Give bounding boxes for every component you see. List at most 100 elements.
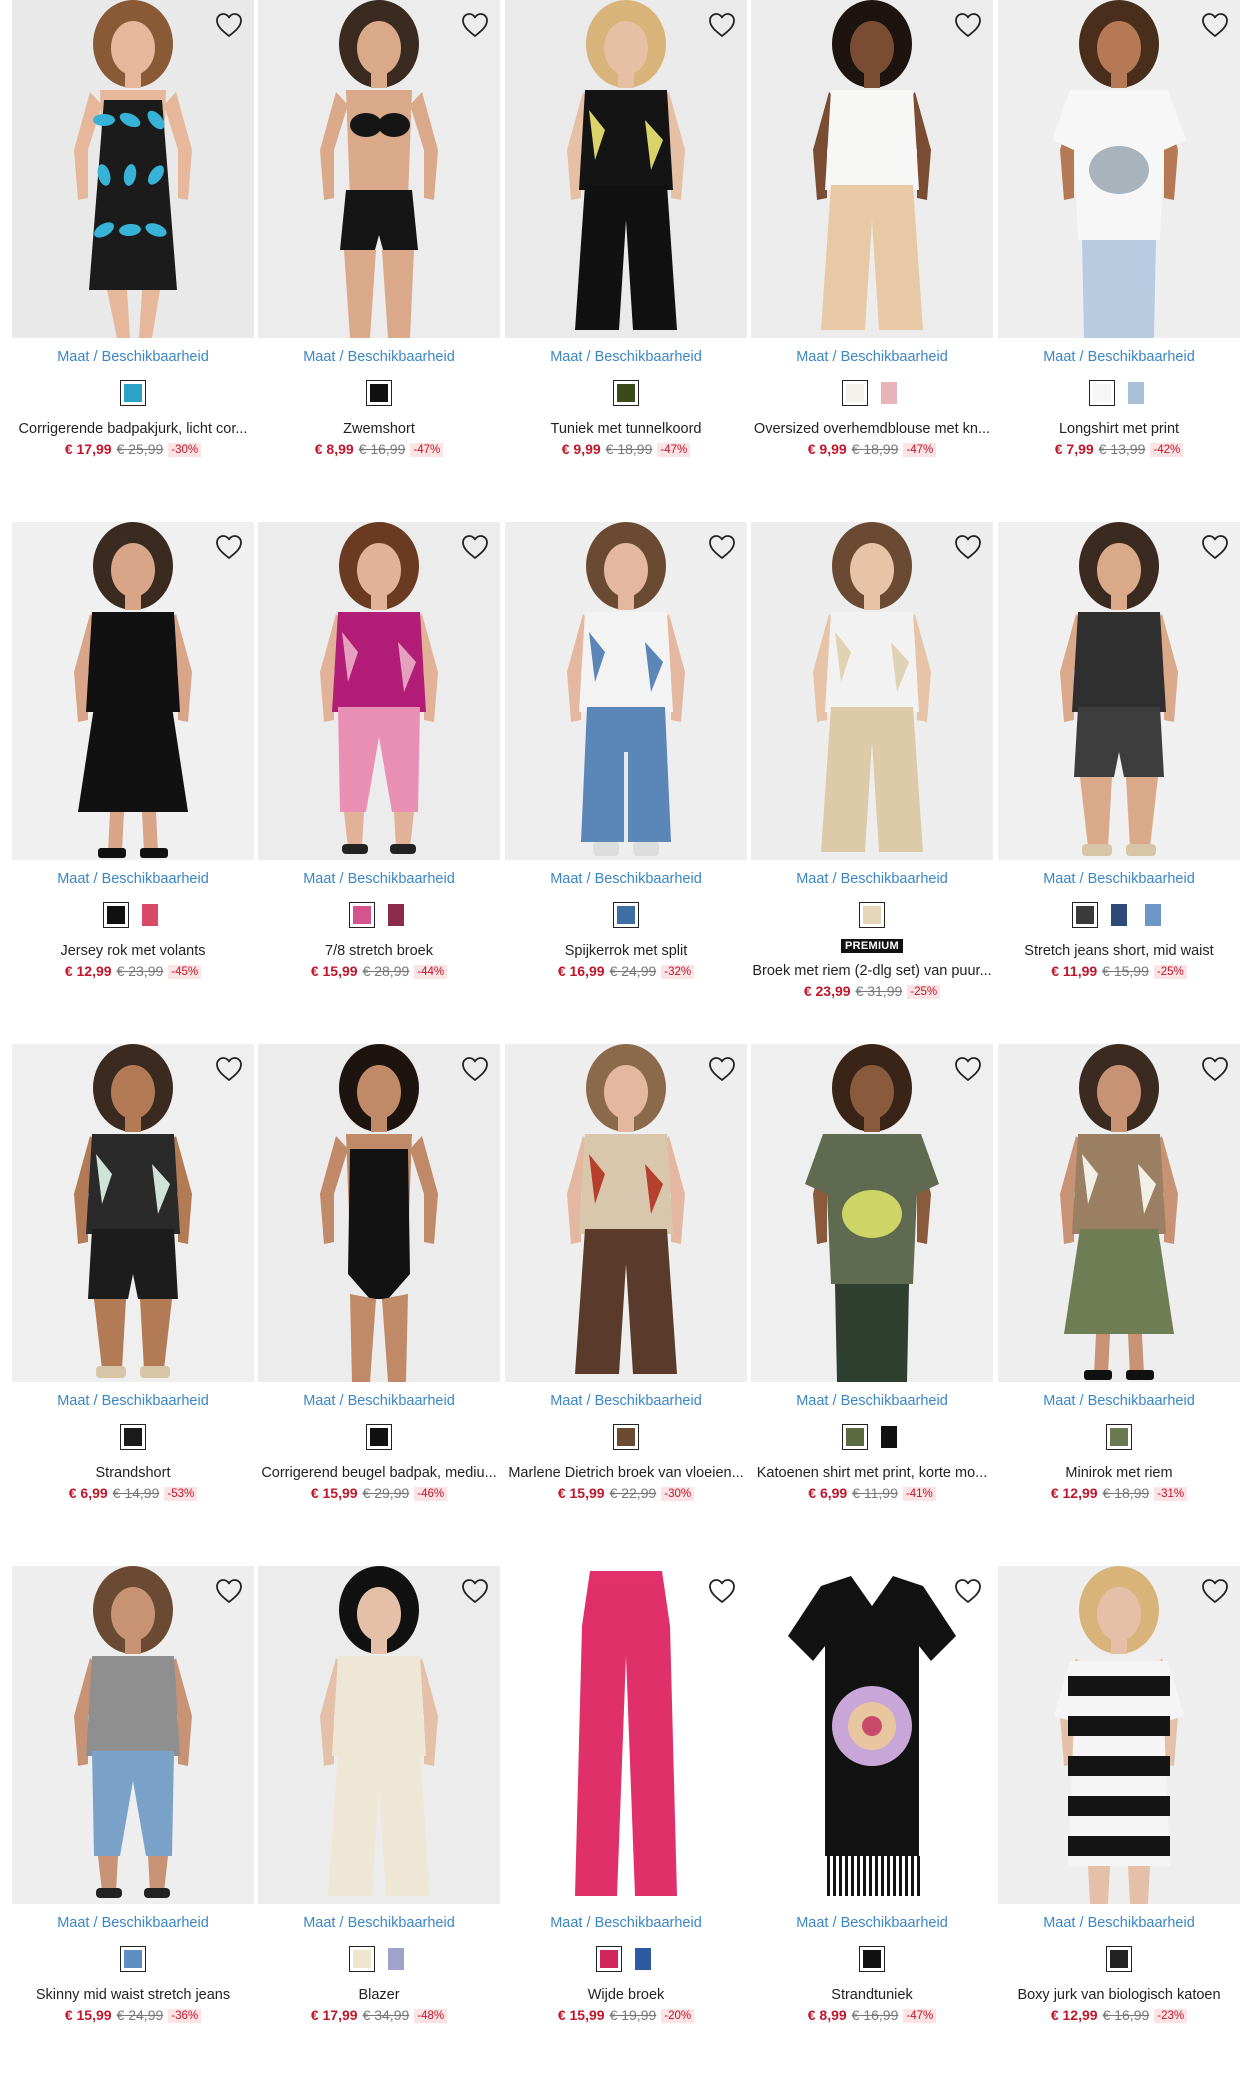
product-card[interactable]: Maat / Beschikbaarheid Katoenen shirt met… [751,1044,993,1566]
size-availability-link[interactable]: Maat / Beschikbaarheid [12,871,254,887]
color-swatch[interactable] [859,1946,885,1972]
color-swatch[interactable] [842,380,868,406]
product-image[interactable] [751,1044,993,1382]
product-card[interactable]: Maat / Beschikbaarheid Minirok met riem € … [998,1044,1240,1566]
size-availability-link[interactable]: Maat / Beschikbaarheid [998,1393,1240,1409]
favorite-heart-icon[interactable] [951,1574,985,1608]
color-swatch[interactable] [1106,902,1132,928]
size-availability-link[interactable]: Maat / Beschikbaarheid [998,871,1240,887]
size-availability-link[interactable]: Maat / Beschikbaarheid [12,1915,254,1931]
availability-label[interactable]: Beschikbaarheid [348,871,455,887]
product-image[interactable] [505,522,747,860]
size-availability-link[interactable]: Maat / Beschikbaarheid [998,349,1240,365]
size-availability-link[interactable]: Maat / Beschikbaarheid [258,1915,500,1931]
size-label[interactable]: Maat [1043,871,1075,887]
size-label[interactable]: Maat [303,871,335,887]
product-name[interactable]: Marlene Dietrich broek van vloeien... [502,1465,750,1481]
availability-label[interactable]: Beschikbaarheid [102,349,209,365]
favorite-heart-icon[interactable] [212,1574,246,1608]
product-image[interactable] [505,1044,747,1382]
favorite-heart-icon[interactable] [951,530,985,564]
color-swatch[interactable] [366,1424,392,1450]
color-swatch[interactable] [366,380,392,406]
favorite-heart-icon[interactable] [951,8,985,42]
availability-label[interactable]: Beschikbaarheid [841,1393,948,1409]
availability-label[interactable]: Beschikbaarheid [595,871,702,887]
product-card[interactable]: Maat / Beschikbaarheid Strandshort € 6,99 €… [12,1044,254,1566]
favorite-heart-icon[interactable] [705,1574,739,1608]
color-swatch[interactable] [349,902,375,928]
size-availability-link[interactable]: Maat / Beschikbaarheid [12,349,254,365]
product-image[interactable] [505,1566,747,1904]
product-image[interactable] [751,0,993,338]
product-name[interactable]: Strandtuniek [748,1987,996,2003]
product-name[interactable]: 7/8 stretch broek [255,943,503,959]
color-swatch[interactable] [876,1424,902,1450]
size-label[interactable]: Maat [1043,349,1075,365]
product-name[interactable]: Minirok met riem [995,1465,1243,1481]
size-availability-link[interactable]: Maat / Beschikbaarheid [258,349,500,365]
color-swatch[interactable] [859,902,885,928]
product-name[interactable]: Skinny mid waist stretch jeans [9,1987,257,2003]
size-availability-link[interactable]: Maat / Beschikbaarheid [505,871,747,887]
favorite-heart-icon[interactable] [212,1052,246,1086]
availability-label[interactable]: Beschikbaarheid [595,349,702,365]
product-card[interactable]: Maat / Beschikbaarheid Tuniek met tunnelk… [505,0,747,522]
size-label[interactable]: Maat [303,349,335,365]
favorite-heart-icon[interactable] [1198,8,1232,42]
color-swatch[interactable] [1140,902,1166,928]
favorite-heart-icon[interactable] [458,1052,492,1086]
size-availability-link[interactable]: Maat / Beschikbaarheid [258,1393,500,1409]
product-image[interactable] [258,522,500,860]
product-name[interactable]: Katoenen shirt met print, korte mo... [748,1465,996,1481]
color-swatch[interactable] [630,1946,656,1972]
size-label[interactable]: Maat [796,349,828,365]
favorite-heart-icon[interactable] [1198,1052,1232,1086]
product-image[interactable] [12,1044,254,1382]
favorite-heart-icon[interactable] [705,8,739,42]
color-swatch[interactable] [613,902,639,928]
favorite-heart-icon[interactable] [951,1052,985,1086]
availability-label[interactable]: Beschikbaarheid [1088,1915,1195,1931]
availability-label[interactable]: Beschikbaarheid [348,1915,455,1931]
product-name[interactable]: Tuniek met tunnelkoord [502,421,750,437]
size-label[interactable]: Maat [303,1915,335,1931]
product-image[interactable] [505,0,747,338]
size-label[interactable]: Maat [57,1393,89,1409]
product-image[interactable] [998,1566,1240,1904]
product-name[interactable]: Blazer [255,1987,503,2003]
availability-label[interactable]: Beschikbaarheid [1088,871,1195,887]
color-swatch[interactable] [137,902,163,928]
product-card[interactable]: Maat / Beschikbaarheid Spijkerrok met spl… [505,522,747,1044]
size-availability-link[interactable]: Maat / Beschikbaarheid [505,349,747,365]
product-name[interactable]: Wijde broek [502,1987,750,2003]
favorite-heart-icon[interactable] [458,8,492,42]
product-name[interactable]: Broek met riem (2-dlg set) van puur... [748,963,996,979]
size-label[interactable]: Maat [57,871,89,887]
color-swatch[interactable] [1072,902,1098,928]
product-card[interactable]: Maat / Beschikbaarheid Wijde broek € 15,99… [505,1566,747,2088]
color-swatch[interactable] [1089,380,1115,406]
color-swatch[interactable] [1123,380,1149,406]
product-card[interactable]: Maat / Beschikbaarheid PREMIUM Broek met r… [751,522,993,1044]
favorite-heart-icon[interactable] [458,530,492,564]
product-name[interactable]: Stretch jeans short, mid waist [995,943,1243,959]
size-availability-link[interactable]: Maat / Beschikbaarheid [505,1393,747,1409]
size-availability-link[interactable]: Maat / Beschikbaarheid [751,349,993,365]
product-image[interactable] [258,0,500,338]
size-availability-link[interactable]: Maat / Beschikbaarheid [258,871,500,887]
size-label[interactable]: Maat [550,1393,582,1409]
color-swatch[interactable] [383,902,409,928]
size-label[interactable]: Maat [57,1915,89,1931]
size-availability-link[interactable]: Maat / Beschikbaarheid [505,1915,747,1931]
color-swatch[interactable] [1106,1946,1132,1972]
size-label[interactable]: Maat [550,1915,582,1931]
availability-label[interactable]: Beschikbaarheid [1088,1393,1195,1409]
product-image[interactable] [998,522,1240,860]
product-image[interactable] [12,0,254,338]
availability-label[interactable]: Beschikbaarheid [1088,349,1195,365]
product-card[interactable]: Maat / Beschikbaarheid Boxy jurk van biol… [998,1566,1240,2088]
size-label[interactable]: Maat [550,871,582,887]
size-availability-link[interactable]: Maat / Beschikbaarheid [751,1915,993,1931]
color-swatch[interactable] [1106,1424,1132,1450]
